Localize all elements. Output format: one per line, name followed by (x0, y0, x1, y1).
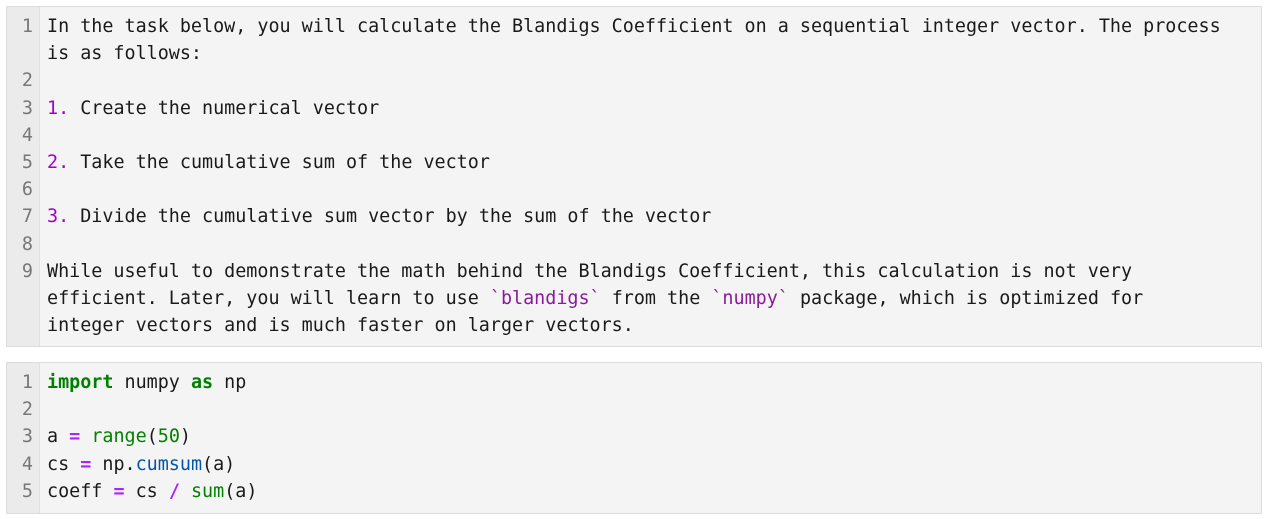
token-text: Create the numerical vector (69, 97, 380, 119)
line-number: 3 (21, 97, 33, 119)
editor-line: 3a = range(50) (22, 423, 1261, 450)
line-number: 2 (21, 399, 33, 421)
editor-line: 5 2. Take the cumulative sum of the vecto… (22, 149, 1261, 176)
line-number: 1 (21, 16, 33, 37)
editor-line: 7 3. Divide the cumulative sum vector by … (22, 203, 1261, 230)
token-text: Divide the cumulative sum vector by the … (69, 206, 712, 228)
token-bi: range (91, 426, 147, 448)
token-md-num: 1. (47, 97, 70, 119)
editor-line: 5 coeff = cs / sum(a) (22, 478, 1261, 505)
line-number: 4 (21, 124, 33, 146)
token-bi: sum (190, 480, 225, 502)
line-number: 2 (21, 70, 33, 92)
editor-line: 1 import numpy as np (22, 369, 1261, 396)
token-attr: cumsum (135, 453, 203, 475)
token-text: (a) (202, 453, 236, 475)
line-content: 3. Divide the cumulative sum vector by t… (39, 203, 1227, 230)
token-text: coeff (47, 480, 114, 502)
line-content: ​ (39, 396, 1227, 423)
editor-line: 4​ (22, 122, 1261, 149)
line-content: ​ (39, 67, 1227, 94)
editor-line: 2​ (22, 396, 1261, 423)
line-content: 1. Create the numerical vector (39, 95, 1227, 122)
token-text: a (47, 426, 70, 448)
token-op: = (80, 453, 92, 475)
line-content: coeff = cs / sum(a) (39, 478, 1227, 505)
line-content: In the task below, you will calculate th… (39, 13, 1227, 67)
line-number: 8 (21, 233, 33, 255)
code-cell[interactable]: 1import numpy as np2​3a = range(50)4cs =… (6, 362, 1262, 514)
editor-line: 2​ (22, 67, 1261, 94)
line-content: ​ (39, 176, 1227, 203)
editor-line: 8​ (22, 231, 1261, 258)
token-text: (a) (224, 480, 258, 502)
token-op: / (168, 480, 180, 502)
markdown-editor[interactable]: 1 In the task below, you will calculate t… (22, 7, 1261, 346)
line-number: 9 (21, 260, 33, 282)
token-md-code: `blandigs` (489, 288, 601, 310)
line-content: cs = np.cumsum(a) (39, 451, 1227, 478)
line-content: a = range(50) (39, 423, 1227, 450)
code-editor[interactable]: 1import numpy as np2​3a = range(50)4cs =… (22, 363, 1261, 513)
token-text: cs (47, 453, 81, 475)
line-number: 1 (21, 372, 33, 393)
token-text: Take the cumulative sum of the vector (69, 152, 490, 174)
line-number: 4 (21, 453, 33, 475)
line-number: 3 (21, 426, 33, 448)
line-content: ​ (39, 122, 1227, 149)
token-text: ( (146, 426, 158, 448)
token-md-code: `numpy` (711, 288, 789, 310)
editor-line: 4 cs = np.cumsum(a) (22, 451, 1261, 478)
token-kw: import (47, 372, 114, 393)
token-text: np. (91, 453, 136, 475)
token-kw: as (190, 372, 214, 393)
token-text: from the (600, 288, 712, 310)
editor-line: 9 While useful to demonstrate the math be… (22, 258, 1261, 340)
token-text: ) (179, 426, 191, 448)
line-content: import numpy as np (39, 369, 1227, 396)
editor-line: 6​ (22, 176, 1261, 203)
token-text: np (213, 372, 247, 393)
line-content: ​ (39, 231, 1227, 258)
line-content: While useful to demonstrate the math beh… (39, 258, 1227, 340)
token-text: cs (124, 480, 169, 502)
token-op: = (113, 480, 125, 502)
line-number: 6 (21, 179, 33, 201)
token-md-num: 2. (47, 152, 70, 174)
token-text: In the task below, you will calculate th… (47, 16, 1232, 65)
token-text: numpy (113, 372, 191, 393)
line-number: 5 (21, 152, 33, 174)
line-number: 5 (21, 480, 33, 502)
token-md-num: 3. (47, 206, 70, 228)
line-content: 2. Take the cumulative sum of the vector (39, 149, 1227, 176)
editor-line: 1 In the task below, you will calculate t… (22, 13, 1261, 67)
token-num: 50 (157, 426, 180, 448)
editor-line: 3 1. Create the numerical vector (22, 95, 1261, 122)
line-number: 7 (21, 206, 33, 228)
token-op: = (69, 426, 81, 448)
markdown-cell[interactable]: 1 In the task below, you will calculate t… (6, 6, 1262, 347)
